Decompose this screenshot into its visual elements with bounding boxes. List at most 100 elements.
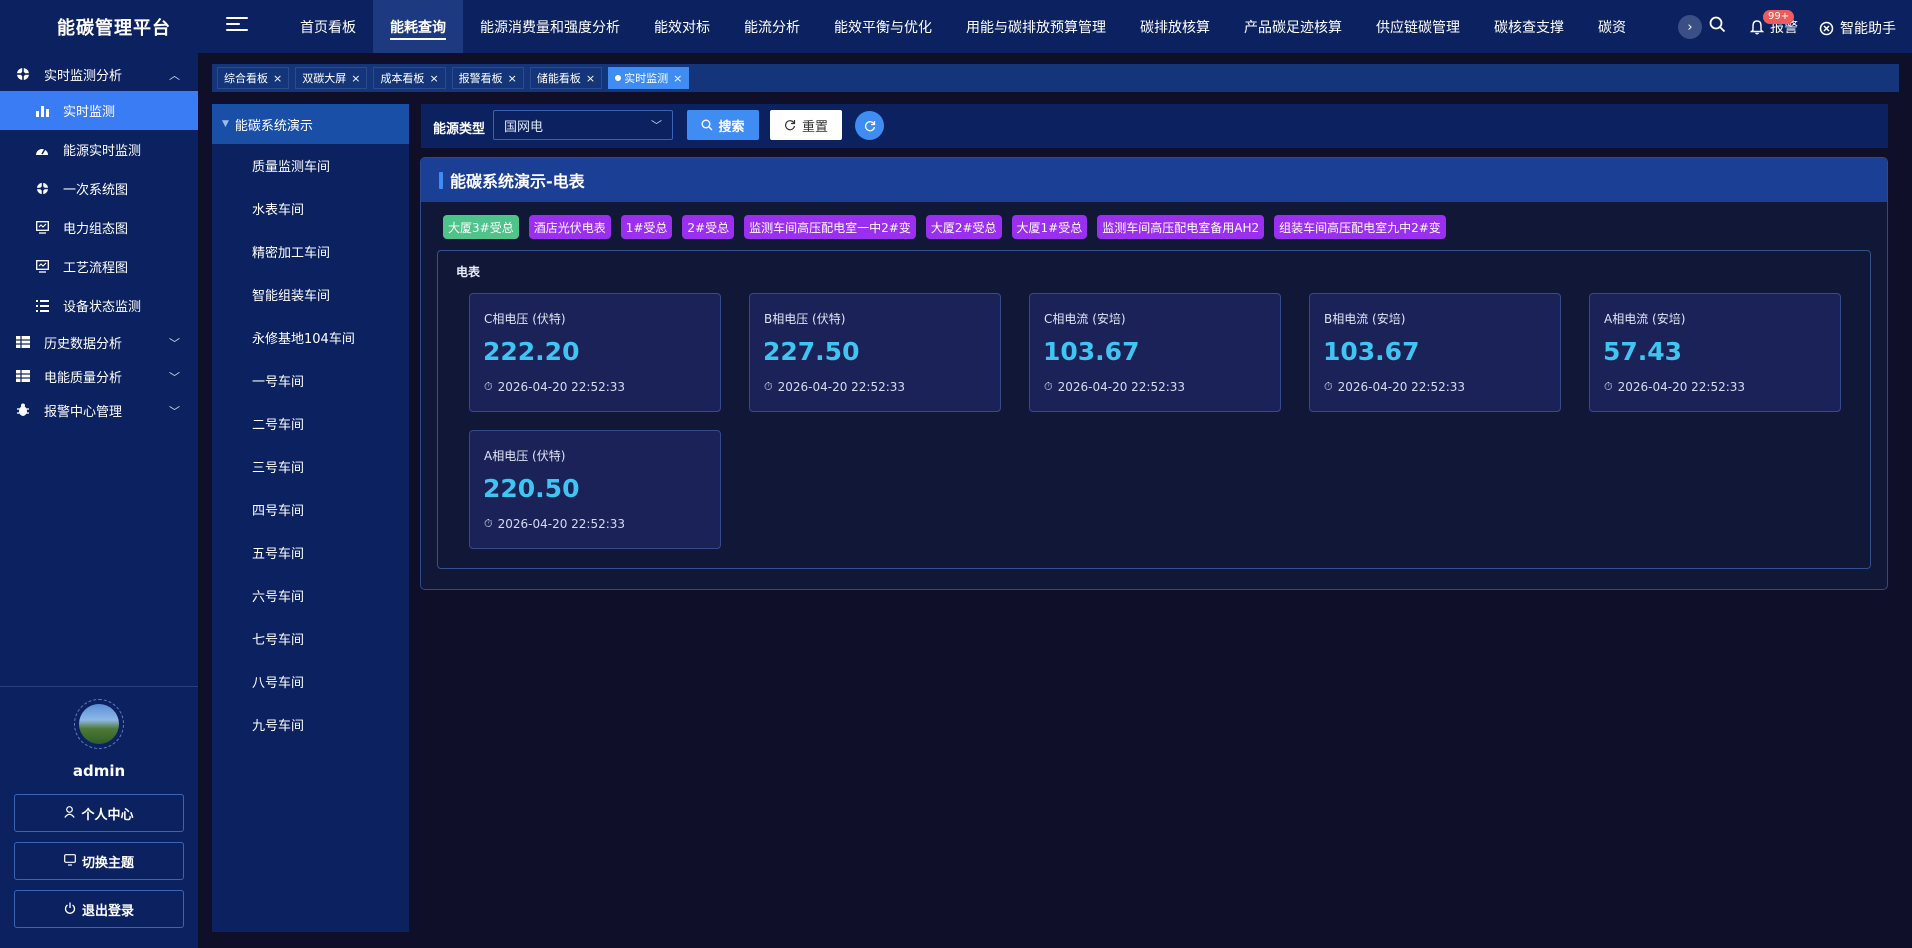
sidebar-item-device-status[interactable]: 设备状态监测 [0, 286, 198, 325]
meter-chip[interactable]: 监测车间高压配电室一中2#变 [744, 215, 916, 239]
tree-node[interactable]: 五号车间 [212, 531, 409, 574]
sidebar-divider [0, 686, 198, 687]
sidebar-group-alarm-center[interactable]: 报警中心管理 ﹀ [0, 393, 198, 427]
meter-chip[interactable]: 大厦1#受总 [1011, 215, 1088, 239]
nav-item-balance-optimization[interactable]: 能效平衡与优化 [817, 0, 949, 53]
reset-button[interactable]: 重置 [770, 110, 842, 140]
tab-label: 双碳大屏 [302, 72, 347, 85]
reading-time: ⏱ 2026-04-20 22:52:33 [1044, 380, 1185, 394]
tree-node[interactable]: 精密加工车间 [212, 230, 409, 273]
search-button[interactable]: 搜索 [687, 110, 759, 140]
meter-chip[interactable]: 大厦3#受总 [443, 215, 519, 239]
chevron-up-icon: ︿ [169, 69, 180, 82]
sidebar-group-history[interactable]: 历史数据分析 ﹀ [0, 325, 198, 359]
nav-item-energy-query[interactable]: 能耗查询 [373, 0, 463, 53]
nav-item-budget-management[interactable]: 用能与碳排放预算管理 [949, 0, 1123, 53]
close-icon[interactable]: × [508, 72, 517, 85]
assistant-button[interactable]: 智能助手 [1819, 18, 1896, 38]
alarm-count-badge: 99+ [1763, 10, 1795, 24]
tab-storage-dashboard[interactable]: 储能看板 × [529, 67, 603, 89]
tab-label: 报警看板 [458, 72, 503, 85]
reading-time: ⏱ 2026-04-20 22:52:33 [764, 380, 905, 394]
close-icon[interactable]: × [351, 72, 360, 85]
sidebar-group-label: 历史数据分析 [44, 336, 123, 352]
logout-label: 退出登录 [81, 903, 134, 919]
nav-item-carbon-verification[interactable]: 碳核查支撑 [1477, 0, 1581, 53]
tree-node[interactable]: 六号车间 [212, 574, 409, 617]
meter-chip[interactable]: 酒店光伏电表 [528, 215, 611, 239]
tree-node[interactable]: 三号车间 [212, 445, 409, 488]
tree-node[interactable]: 八号车间 [212, 660, 409, 703]
tree-node[interactable]: 永修基地104车间 [212, 316, 409, 359]
nav-item-carbon-accounting[interactable]: 碳排放核算 [1123, 0, 1227, 53]
reading-time: ⏱ 2026-04-20 22:52:33 [1324, 380, 1465, 394]
sidebar-item-energy-realtime[interactable]: 能源实时监测 [0, 130, 198, 169]
sidebar-item-label: 工艺流程图 [63, 261, 129, 276]
sidebar-group-power-quality[interactable]: 电能质量分析 ﹀ [0, 359, 198, 393]
reading-card: B相电压 (伏特) 227.50 ⏱ 2026-04-20 22:52:33 [749, 293, 1001, 412]
tree-node[interactable]: 一号车间 [212, 359, 409, 402]
clock-icon: ⏱ [484, 380, 493, 393]
sidebar-group-realtime[interactable]: 实时监测分析 ︿ [0, 57, 198, 91]
meter-chip[interactable]: 1#受总 [620, 215, 673, 239]
meter-chip[interactable]: 大厦2#受总 [925, 215, 1002, 239]
tree-node[interactable]: 质量监测车间 [212, 144, 409, 187]
sidebar-item-label: 一次系统图 [63, 183, 129, 198]
caret-down-icon[interactable]: ▼ [222, 119, 229, 129]
nav-item-consumption-analysis[interactable]: 能源消费量和强度分析 [463, 0, 637, 53]
close-icon[interactable]: × [586, 72, 595, 85]
tree-root-node[interactable]: ▼ 能碳系统演示 [212, 104, 409, 144]
sidebar-item-realtime-monitor[interactable]: 实时监测 [0, 91, 198, 130]
sidebar-item-power-config[interactable]: 电力组态图 [0, 208, 198, 247]
switch-theme-button[interactable]: 切换主题 [14, 842, 184, 880]
tree-node[interactable]: 九号车间 [212, 703, 409, 746]
meter-chip[interactable]: 组装车间高压配电室九中2#变 [1274, 215, 1446, 239]
search-icon[interactable] [1709, 16, 1726, 33]
avatar[interactable] [74, 699, 124, 749]
reading-value: 103.67 [1323, 337, 1420, 366]
tab-cost-dashboard[interactable]: 成本看板 × [373, 67, 446, 89]
reset-button-label: 重置 [801, 119, 828, 135]
nav-item-home-dashboard[interactable]: 首页看板 [283, 0, 373, 53]
meter-chip[interactable]: 2#受总 [682, 215, 735, 239]
nav-item-carbon-assets[interactable]: 碳资 [1581, 0, 1643, 53]
nav-item-product-footprint[interactable]: 产品碳足迹核算 [1227, 0, 1359, 53]
nav-item-supply-chain[interactable]: 供应链碳管理 [1359, 0, 1477, 53]
tab-alarm-dashboard[interactable]: 报警看板 × [451, 67, 524, 89]
nav-item-efficiency-benchmark[interactable]: 能效对标 [637, 0, 727, 53]
close-icon[interactable]: × [429, 72, 438, 85]
logout-button[interactable]: 退出登录 [14, 890, 184, 928]
close-icon[interactable]: × [673, 72, 682, 85]
filter-bar: 能源类型 国网电 ﹀ 搜索 重置 [421, 104, 1888, 148]
tree-node[interactable]: 水表车间 [212, 187, 409, 230]
sidebar-item-process-flow[interactable]: 工艺流程图 [0, 247, 198, 286]
energy-type-select[interactable]: 国网电 ﹀ [493, 110, 673, 140]
close-icon[interactable]: × [273, 72, 282, 85]
workshop-tree: ▼ 能碳系统演示 质量监测车间 水表车间 精密加工车间 智能组装车间 永修基地1… [212, 104, 409, 932]
clock-icon: ⏱ [1044, 380, 1053, 393]
target-icon [35, 182, 49, 196]
reading-label: C相电压 (伏特) [484, 312, 566, 326]
tab-realtime-monitor[interactable]: 实时监测 × [608, 67, 690, 89]
tree-node[interactable]: 二号车间 [212, 402, 409, 445]
tree-node[interactable]: 四号车间 [212, 488, 409, 531]
energy-type-value: 国网电 [504, 119, 544, 135]
sidebar-item-primary-diagram[interactable]: 一次系统图 [0, 169, 198, 208]
tree-node[interactable]: 七号车间 [212, 617, 409, 660]
tab-dual-carbon-screen[interactable]: 双碳大屏 × [295, 67, 368, 89]
chevron-down-icon: ﹀ [169, 405, 180, 418]
menu-toggle-icon[interactable] [226, 17, 248, 35]
meter-chip[interactable]: 监测车间高压配电室备用AH2 [1097, 215, 1265, 239]
tree-node[interactable]: 智能组装车间 [212, 273, 409, 316]
chevron-right-icon[interactable]: › [1678, 15, 1702, 39]
reading-value: 57.43 [1603, 337, 1683, 366]
tab-overview-dashboard[interactable]: 综合看板 × [217, 67, 290, 89]
refresh-button[interactable] [855, 111, 884, 140]
profile-button[interactable]: 个人中心 [14, 794, 184, 832]
sidebar-item-label: 能源实时监测 [63, 144, 142, 159]
chevron-down-icon: ﹀ [169, 337, 180, 350]
active-dot-icon [615, 75, 622, 81]
clock-icon: ⏱ [1604, 380, 1613, 393]
nav-item-energy-flow[interactable]: 能流分析 [727, 0, 817, 53]
meter-panel: 能碳系统演示-电表 大厦3#受总 酒店光伏电表 1#受总 2#受总 监测车间高压… [420, 157, 1888, 590]
